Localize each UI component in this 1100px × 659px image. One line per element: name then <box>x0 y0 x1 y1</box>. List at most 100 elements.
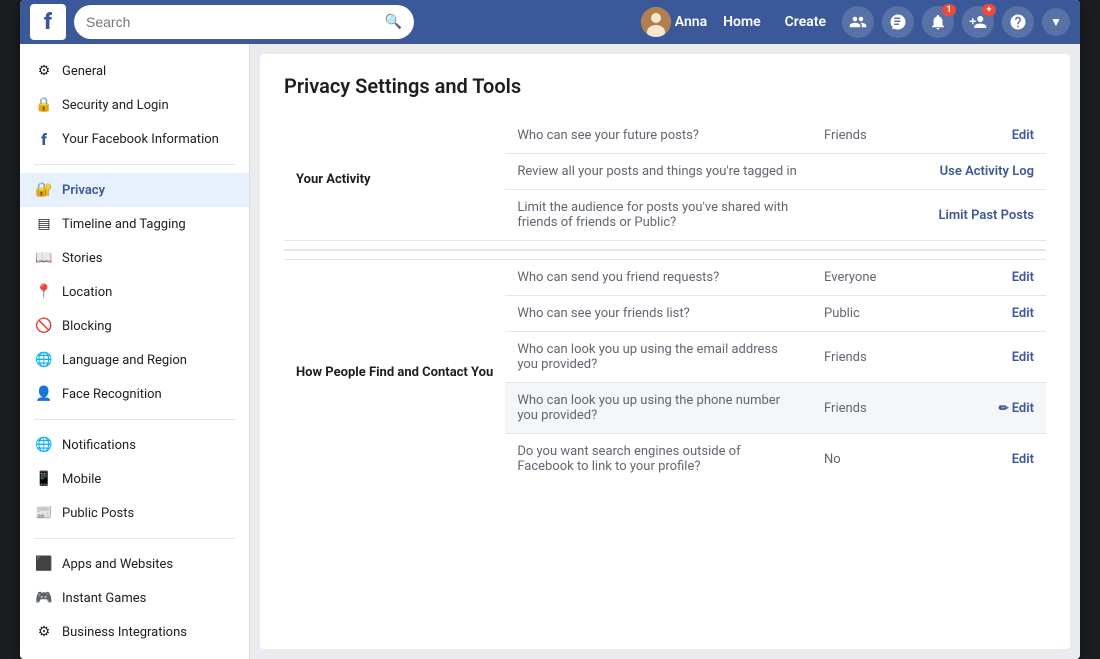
sidebar-item-privacy[interactable]: 🔐 Privacy <box>20 173 249 207</box>
search-box: 🔍 <box>74 5 414 39</box>
sidebar-item-language[interactable]: 🌐 Language and Region <box>20 343 249 377</box>
user-name-label: Anna <box>675 14 707 30</box>
table-row: Your Activity Who can see your future po… <box>284 118 1046 154</box>
sidebar-label-instant-games: Instant Games <box>62 591 146 606</box>
nav-dropdown-icon[interactable]: ▼ <box>1042 8 1070 36</box>
sidebar-item-location[interactable]: 📍 Location <box>20 275 249 309</box>
search-input[interactable] <box>86 14 379 30</box>
edit-email-lookup-button[interactable]: Edit <box>926 332 1046 383</box>
sidebar-label-business: Business Integrations <box>62 625 187 640</box>
notification-badge: 1 <box>942 4 956 16</box>
sidebar-item-business[interactable]: ⚙ Business Integrations <box>20 615 249 649</box>
sidebar-label-security: Security and Login <box>62 98 169 113</box>
setting-desc-activity-log: Review all your posts and things you're … <box>505 154 812 190</box>
setting-value-friends-list: Public <box>812 296 926 332</box>
facebook-info-icon: f <box>34 129 54 149</box>
setting-desc-email-lookup: Who can look you up using the email addr… <box>505 332 812 383</box>
sidebar-label-general: General <box>62 64 106 79</box>
apps-icon: ⬛ <box>34 554 54 574</box>
setting-desc-friends-list: Who can see your friends list? <box>505 296 812 332</box>
sidebar-divider-2 <box>34 419 235 420</box>
edit-friends-list-button[interactable]: Edit <box>926 296 1046 332</box>
lock-icon: 🔒 <box>34 95 54 115</box>
sidebar-label-privacy: Privacy <box>62 183 105 198</box>
sidebar-label-language: Language and Region <box>62 353 187 368</box>
location-icon: 📍 <box>34 282 54 302</box>
page-title: Privacy Settings and Tools <box>284 74 1046 98</box>
timeline-icon: ▤ <box>34 214 54 234</box>
friend-request-badge: + <box>982 4 996 16</box>
sidebar-item-fb-info[interactable]: f Your Facebook Information <box>20 122 249 156</box>
nav-link-home[interactable]: Home <box>715 14 769 30</box>
nav-messenger-icon[interactable] <box>882 6 914 38</box>
edit-friend-requests-button[interactable]: Edit <box>926 260 1046 296</box>
setting-desc-friend-requests: Who can send you friend requests? <box>505 260 812 296</box>
sidebar-item-face[interactable]: 👤 Face Recognition <box>20 377 249 411</box>
sidebar-item-instant-games[interactable]: 🎮 Instant Games <box>20 581 249 615</box>
sidebar-divider-1 <box>34 164 235 165</box>
sidebar-label-apps: Apps and Websites <box>62 557 173 572</box>
sidebar-item-public-posts[interactable]: 📰 Public Posts <box>20 496 249 530</box>
avatar <box>641 7 671 37</box>
setting-desc-limit-past: Limit the audience for posts you've shar… <box>505 190 812 241</box>
language-icon: 🌐 <box>34 350 54 370</box>
section-label-activity: Your Activity <box>284 118 505 241</box>
sidebar-item-mobile[interactable]: 📱 Mobile <box>20 462 249 496</box>
sidebar-label-mobile: Mobile <box>62 472 101 487</box>
settings-table: Your Activity Who can see your future po… <box>284 118 1046 484</box>
face-recognition-icon: 👤 <box>34 384 54 404</box>
edit-search-engines-button[interactable]: Edit <box>926 434 1046 485</box>
section-divider-row <box>284 241 1046 260</box>
sidebar-label-face: Face Recognition <box>62 387 162 402</box>
nav-notifications-icon[interactable]: 1 <box>922 6 954 38</box>
setting-value-future-posts: Friends <box>812 118 926 154</box>
sidebar-label-fb-info: Your Facebook Information <box>62 132 219 147</box>
search-icon: 🔍 <box>385 14 402 30</box>
nav-friend-requests-icon[interactable]: + <box>962 6 994 38</box>
setting-desc-phone-lookup: Who can look you up using the phone numb… <box>505 383 812 434</box>
sidebar-item-notifications[interactable]: 🌐 Notifications <box>20 428 249 462</box>
sidebar-item-timeline[interactable]: ▤ Timeline and Tagging <box>20 207 249 241</box>
sidebar: ⚙ General 🔒 Security and Login f Your Fa… <box>20 44 250 659</box>
instant-games-icon: 🎮 <box>34 588 54 608</box>
limit-past-posts-button[interactable]: Limit Past Posts <box>926 190 1046 241</box>
setting-desc-future-posts: Who can see your future posts? <box>505 118 812 154</box>
setting-value-limit-past <box>812 190 926 241</box>
use-activity-log-button[interactable]: Use Activity Log <box>926 154 1046 190</box>
sidebar-label-timeline: Timeline and Tagging <box>62 217 186 232</box>
sidebar-label-public-posts: Public Posts <box>62 506 134 521</box>
main-layout: ⚙ General 🔒 Security and Login f Your Fa… <box>20 44 1080 659</box>
sidebar-item-stories[interactable]: 📖 Stories <box>20 241 249 275</box>
sidebar-item-blocking[interactable]: 🚫 Blocking <box>20 309 249 343</box>
setting-desc-search-engines: Do you want search engines outside of Fa… <box>505 434 812 485</box>
top-navigation: f 🔍 Anna Home Create 1 + <box>20 0 1080 44</box>
sidebar-label-blocking: Blocking <box>62 319 112 334</box>
sidebar-divider-3 <box>34 538 235 539</box>
section-label-find-contact: How People Find and Contact You <box>284 260 505 485</box>
sidebar-label-stories: Stories <box>62 251 102 266</box>
nav-people-icon[interactable] <box>842 6 874 38</box>
privacy-icon: 🔐 <box>34 180 54 200</box>
edit-phone-lookup-button[interactable]: ✏Edit <box>926 383 1046 434</box>
setting-value-search-engines: No <box>812 434 926 485</box>
gear-icon: ⚙ <box>34 61 54 81</box>
blocking-icon: 🚫 <box>34 316 54 336</box>
setting-value-email-lookup: Friends <box>812 332 926 383</box>
nav-user[interactable]: Anna <box>641 7 707 37</box>
facebook-logo[interactable]: f <box>30 4 66 40</box>
sidebar-item-general[interactable]: ⚙ General <box>20 54 249 88</box>
business-icon: ⚙ <box>34 622 54 642</box>
sidebar-item-apps[interactable]: ⬛ Apps and Websites <box>20 547 249 581</box>
pencil-icon: ✏ <box>999 401 1009 415</box>
sidebar-label-location: Location <box>62 285 112 300</box>
table-row: How People Find and Contact You Who can … <box>284 260 1046 296</box>
mobile-icon: 📱 <box>34 469 54 489</box>
edit-future-posts-button[interactable]: Edit <box>926 118 1046 154</box>
notifications-icon: 🌐 <box>34 435 54 455</box>
nav-link-create[interactable]: Create <box>777 14 834 30</box>
setting-value-friend-requests: Everyone <box>812 260 926 296</box>
nav-help-icon[interactable] <box>1002 6 1034 38</box>
sidebar-item-security[interactable]: 🔒 Security and Login <box>20 88 249 122</box>
setting-value-phone-lookup: Friends <box>812 383 926 434</box>
sidebar-label-notifications: Notifications <box>62 438 136 453</box>
